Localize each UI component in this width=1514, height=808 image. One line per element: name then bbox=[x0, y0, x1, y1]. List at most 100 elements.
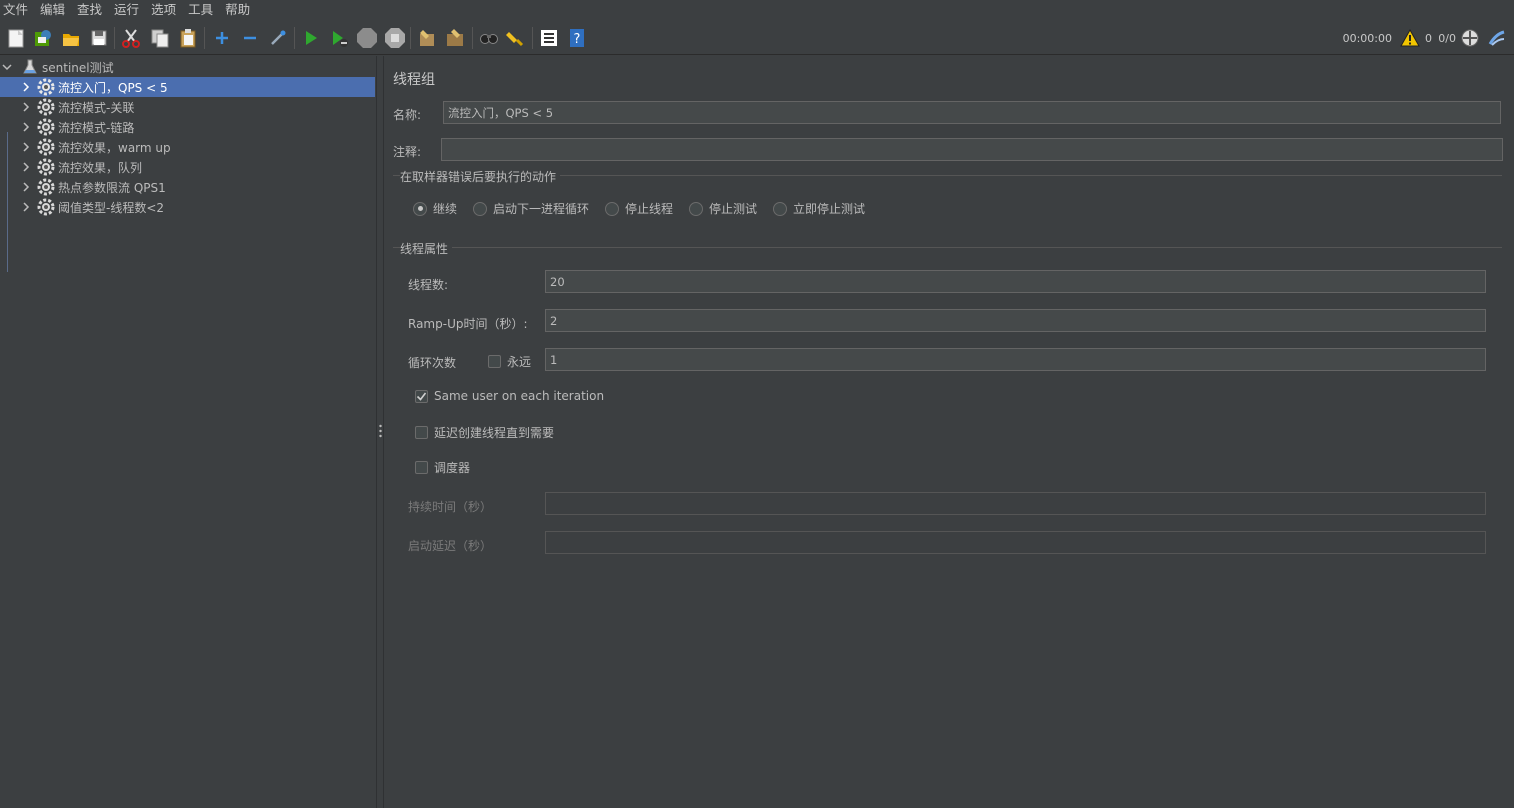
scheduler-checkbox[interactable]: 调度器 bbox=[415, 459, 470, 476]
radio-icon[interactable] bbox=[689, 201, 703, 216]
chevron-right-icon[interactable] bbox=[20, 141, 32, 153]
tree-item[interactable]: 阈值类型-线程数<2 bbox=[0, 197, 375, 217]
tree-item-label: 流控入门，QPS < 5 bbox=[58, 80, 168, 95]
warning-count: 0 bbox=[1425, 32, 1432, 45]
thread-group-icon bbox=[37, 178, 55, 196]
tree-item-label: 流控模式-链路 bbox=[58, 120, 135, 135]
startup-delay-label: 启动延迟（秒） bbox=[408, 539, 493, 553]
chevron-right-icon[interactable] bbox=[20, 101, 32, 113]
radio-label: 停止线程 bbox=[625, 202, 674, 216]
tree-item[interactable]: 流控效果，队列 bbox=[0, 157, 375, 177]
forever-label: 永远 bbox=[507, 355, 532, 369]
start-icon[interactable] bbox=[300, 27, 322, 49]
checkbox-icon[interactable] bbox=[488, 355, 501, 368]
toolbar: ? 00:00:00 0 0/0 bbox=[0, 21, 1514, 55]
stop-icon[interactable] bbox=[356, 27, 378, 49]
remote-icon[interactable] bbox=[1459, 27, 1481, 49]
warning-icon[interactable] bbox=[1399, 27, 1421, 49]
split-pane-divider[interactable] bbox=[376, 56, 384, 808]
name-input[interactable] bbox=[443, 101, 1501, 124]
help-icon[interactable]: ? bbox=[566, 27, 588, 49]
test-plan-icon bbox=[21, 58, 39, 76]
duration-input[interactable] bbox=[545, 492, 1486, 515]
shutdown-icon[interactable] bbox=[384, 27, 406, 49]
tree-item[interactable]: 流控效果，warm up bbox=[0, 137, 375, 157]
page-title: 线程组 bbox=[393, 72, 435, 88]
checkbox-icon[interactable] bbox=[415, 461, 428, 474]
menu-file[interactable]: 文件 bbox=[0, 0, 34, 20]
thread-group-icon bbox=[37, 158, 55, 176]
toggle-icon[interactable] bbox=[267, 27, 289, 49]
threads-label: 线程数: bbox=[408, 278, 449, 292]
chevron-down-icon[interactable] bbox=[1, 61, 13, 73]
same-user-label: Same user on each iteration bbox=[434, 389, 605, 403]
chevron-right-icon[interactable] bbox=[20, 201, 32, 213]
cut-icon[interactable] bbox=[120, 27, 142, 49]
svg-text:?: ? bbox=[574, 32, 581, 47]
menu-run[interactable]: 运行 bbox=[111, 0, 145, 20]
checkbox-icon[interactable] bbox=[415, 426, 428, 439]
test-plan-tree: sentinel测试 流控入门，QPS < 5 流控模式-关联 流控模式-链路 … bbox=[0, 56, 376, 808]
search-icon[interactable] bbox=[478, 27, 500, 49]
scheduler-label: 调度器 bbox=[434, 461, 471, 475]
name-label: 名称: bbox=[393, 108, 422, 122]
startup-delay-input[interactable] bbox=[545, 531, 1486, 554]
radio-stop-thread[interactable]: 停止线程 bbox=[605, 200, 673, 217]
radio-stop-test[interactable]: 停止测试 bbox=[689, 200, 757, 217]
save-icon[interactable] bbox=[88, 27, 110, 49]
start-no-pauses-icon[interactable] bbox=[328, 27, 350, 49]
comment-input[interactable] bbox=[441, 138, 1503, 161]
open-icon[interactable] bbox=[60, 27, 82, 49]
comment-label: 注释: bbox=[393, 145, 422, 159]
chevron-right-icon[interactable] bbox=[20, 161, 32, 173]
radio-start-next-loop[interactable]: 启动下一进程循环 bbox=[473, 200, 589, 217]
radio-stop-test-now[interactable]: 立即停止测试 bbox=[773, 200, 865, 217]
tree-item[interactable]: 热点参数限流 QPS1 bbox=[0, 177, 375, 197]
tree-item[interactable]: 流控模式-链路 bbox=[0, 117, 375, 137]
collapse-all-icon[interactable] bbox=[239, 27, 261, 49]
radio-icon[interactable] bbox=[773, 201, 787, 216]
radio-icon[interactable] bbox=[413, 201, 427, 216]
menu-edit[interactable]: 编辑 bbox=[37, 0, 71, 20]
clear-icon[interactable] bbox=[416, 27, 438, 49]
loop-count-input[interactable] bbox=[545, 348, 1486, 371]
menu-help[interactable]: 帮助 bbox=[222, 0, 256, 20]
thread-group-icon bbox=[37, 198, 55, 216]
chevron-right-icon[interactable] bbox=[20, 181, 32, 193]
tree-root-label: sentinel测试 bbox=[42, 60, 114, 75]
paste-icon[interactable] bbox=[177, 27, 199, 49]
radio-label: 立即停止测试 bbox=[793, 202, 866, 216]
forever-checkbox[interactable]: 永远 bbox=[488, 353, 531, 370]
radio-icon[interactable] bbox=[605, 201, 619, 216]
rampup-input[interactable] bbox=[545, 309, 1486, 332]
copy-icon[interactable] bbox=[149, 27, 171, 49]
clear-all-icon[interactable] bbox=[444, 27, 466, 49]
menu-search[interactable]: 查找 bbox=[74, 0, 108, 20]
thread-group-icon bbox=[37, 78, 55, 96]
elapsed-time: 00:00:00 bbox=[1342, 32, 1392, 45]
chevron-right-icon[interactable] bbox=[20, 81, 32, 93]
tree-item-label: 流控效果，warm up bbox=[58, 140, 171, 155]
function-helper-icon[interactable] bbox=[538, 27, 560, 49]
log-viewer-icon[interactable] bbox=[1486, 27, 1508, 49]
tree-item[interactable]: 流控模式-关联 bbox=[0, 97, 375, 117]
delay-create-checkbox[interactable]: 延迟创建线程直到需要 bbox=[415, 424, 554, 441]
thread-props-group-title: 线程属性 bbox=[400, 240, 453, 257]
menu-tools[interactable]: 工具 bbox=[185, 0, 219, 20]
threads-input[interactable] bbox=[545, 270, 1486, 293]
drag-handle-icon[interactable] bbox=[379, 424, 382, 438]
new-icon[interactable] bbox=[5, 27, 27, 49]
same-user-checkbox[interactable]: Same user on each iteration bbox=[415, 389, 604, 403]
menu-bar: 文件 编辑 查找 运行 选项 工具 帮助 bbox=[0, 0, 1514, 20]
check-icon[interactable] bbox=[415, 389, 428, 403]
delay-create-label: 延迟创建线程直到需要 bbox=[434, 426, 555, 440]
reset-search-icon[interactable] bbox=[505, 27, 527, 49]
menu-options[interactable]: 选项 bbox=[148, 0, 182, 20]
templates-icon[interactable] bbox=[32, 27, 54, 49]
radio-continue[interactable]: 继续 bbox=[413, 200, 457, 217]
radio-icon[interactable] bbox=[473, 201, 487, 216]
tree-item[interactable]: 流控入门，QPS < 5 bbox=[0, 77, 375, 97]
chevron-right-icon[interactable] bbox=[20, 121, 32, 133]
tree-root[interactable]: sentinel测试 bbox=[0, 57, 375, 77]
expand-all-icon[interactable] bbox=[211, 27, 233, 49]
